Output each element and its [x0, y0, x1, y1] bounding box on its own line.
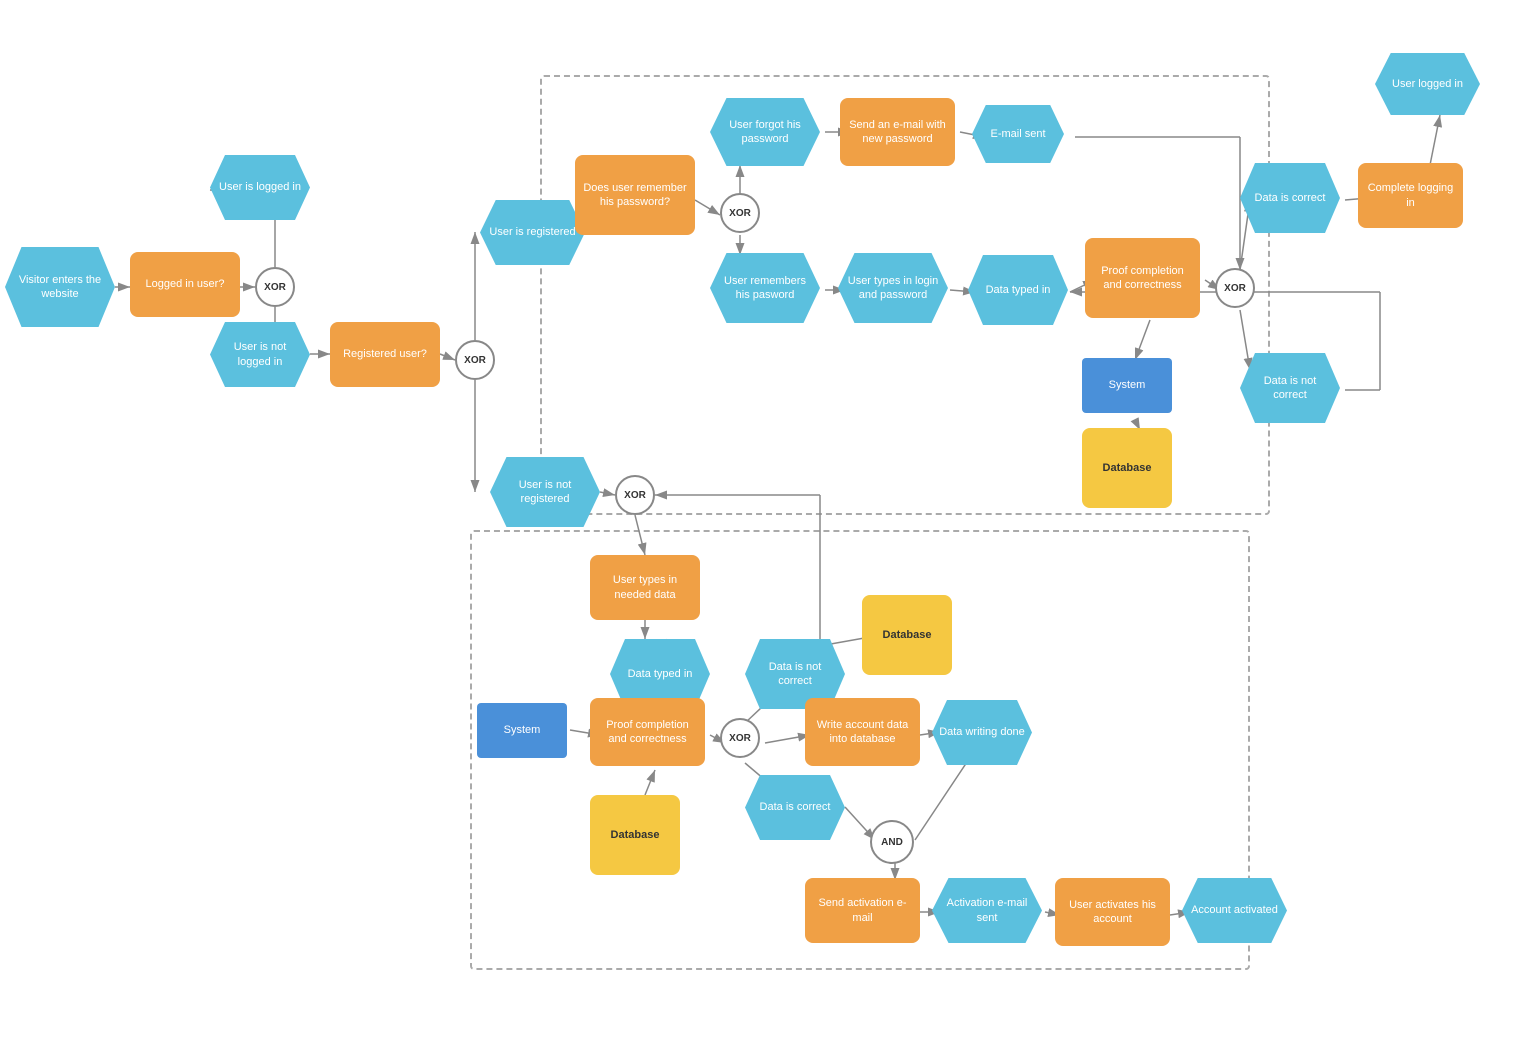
user-not-registered-node: User is not registered	[490, 457, 600, 527]
data-correct-upper-node: Data is correct	[1240, 163, 1340, 233]
user-types-needed-node: User types in needed data	[590, 555, 700, 620]
user-forgot-node: User forgot his password	[710, 98, 820, 166]
user-activates-node: User activates his account	[1055, 878, 1170, 946]
system-upper-node: System	[1082, 358, 1172, 413]
user-remembers-node: User remembers his pasword	[710, 253, 820, 323]
send-email-new-node: Send an e-mail with new password	[840, 98, 955, 166]
logged-in-user-node: Logged in user?	[130, 252, 240, 317]
user-logged-in-top-node: User logged in	[1375, 53, 1480, 115]
data-not-correct-upper-node: Data is not correct	[1240, 353, 1340, 423]
xor5-node: XOR	[720, 193, 760, 233]
data-correct-lower-node: Data is correct	[745, 775, 845, 840]
xor2-node: XOR	[455, 340, 495, 380]
proof-upper-node: Proof completion and correctness	[1085, 238, 1200, 318]
email-sent-node: E-mail sent	[972, 105, 1064, 163]
send-activation-node: Send activation e-mail	[805, 878, 920, 943]
does-user-remember-node: Does user remember his password?	[575, 155, 695, 235]
xor1-node: XOR	[255, 267, 295, 307]
data-typed-upper-node: Data typed in	[968, 255, 1068, 325]
user-logged-in-node: User is logged in	[210, 155, 310, 220]
activation-sent-node: Activation e-mail sent	[932, 878, 1042, 943]
user-registered-node: User is registered	[480, 200, 585, 265]
user-not-logged-node: User is not logged in	[210, 322, 310, 387]
user-types-login-node: User types in login and password	[838, 253, 948, 323]
db-lower-node: Database	[862, 595, 952, 675]
proof-lower-node: Proof completion and correctness	[590, 698, 705, 766]
xor4-node: XOR	[720, 718, 760, 758]
xor6-node: XOR	[1215, 268, 1255, 308]
diagram-canvas: Visitor enters the website Logged in use…	[0, 0, 1537, 1046]
db-upper-node: Database	[1082, 428, 1172, 508]
db-lower2-node: Database	[590, 795, 680, 875]
visitor-enters-node: Visitor enters the website	[5, 247, 115, 327]
and-node: AND	[870, 820, 914, 864]
data-writing-done-node: Data writing done	[932, 700, 1032, 765]
registered-user-node: Registered user?	[330, 322, 440, 387]
complete-logging-node: Complete logging in	[1358, 163, 1463, 228]
account-activated-node: Account activated	[1182, 878, 1287, 943]
system-lower-node: System	[477, 703, 567, 758]
write-account-node: Write account data into database	[805, 698, 920, 766]
xor3-node: XOR	[615, 475, 655, 515]
